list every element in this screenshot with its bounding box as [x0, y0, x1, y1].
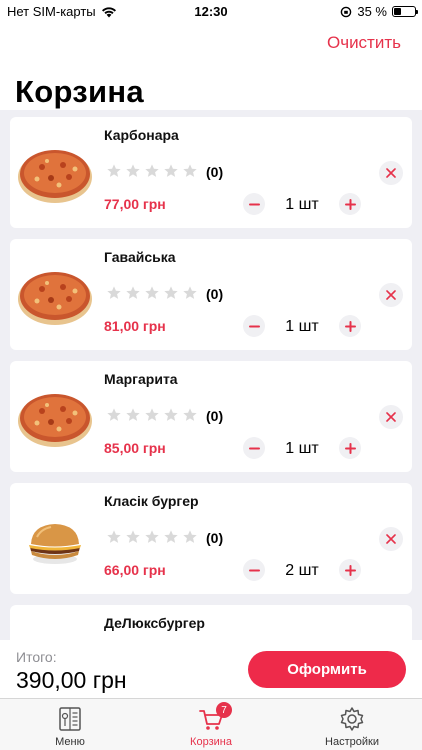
star-icon[interactable] — [106, 529, 122, 545]
star-icon[interactable] — [182, 529, 198, 545]
star-icon[interactable] — [125, 529, 141, 545]
star-icon[interactable] — [182, 163, 198, 179]
pizza-image — [18, 394, 92, 447]
rating-count: (0) — [206, 164, 224, 180]
page-title: Корзина — [15, 74, 144, 109]
tab-cart[interactable]: 7 Корзина — [141, 699, 281, 750]
remove-item-button[interactable] — [379, 405, 403, 429]
cart-item[interactable]: Класік бургер (0) 66,00 грн 2 шт — [10, 483, 412, 594]
remove-item-button[interactable] — [379, 161, 403, 185]
item-price: 81,00 грн — [104, 318, 166, 334]
battery-icon — [392, 6, 418, 17]
item-name: Гавайська — [104, 249, 176, 265]
item-quantity: 2 шт — [285, 562, 319, 579]
header: Очистить Корзина — [0, 22, 422, 110]
menu-book-icon — [59, 707, 81, 731]
star-icon[interactable] — [182, 407, 198, 423]
minus-icon — [248, 325, 260, 327]
rating-stars[interactable] — [106, 529, 198, 545]
decrease-quantity-button[interactable] — [243, 193, 265, 215]
star-icon[interactable] — [106, 285, 122, 301]
star-icon[interactable] — [163, 407, 179, 423]
close-icon — [386, 534, 396, 544]
tab-label: Настройки — [325, 736, 379, 748]
burger-image — [29, 524, 81, 564]
cart-item[interactable]: Карбонара (0) 77,00 грн 1 шт — [10, 117, 412, 228]
total-label: Итого: — [16, 649, 57, 665]
item-quantity: 1 шт — [285, 440, 319, 457]
star-icon[interactable] — [125, 407, 141, 423]
increase-quantity-button[interactable] — [339, 315, 361, 337]
decrease-quantity-button[interactable] — [243, 315, 265, 337]
remove-item-button[interactable] — [379, 283, 403, 307]
close-icon — [386, 412, 396, 422]
star-icon[interactable] — [182, 285, 198, 301]
pizza-image — [18, 272, 92, 325]
minus-icon — [248, 447, 260, 449]
increase-quantity-button[interactable] — [339, 559, 361, 581]
clear-cart-button[interactable]: Очистить — [327, 33, 401, 53]
increase-quantity-button[interactable] — [339, 437, 361, 459]
rating-stars[interactable] — [106, 285, 198, 301]
cart-item[interactable]: Гавайська (0) 81,00 грн 1 шт — [10, 239, 412, 350]
star-icon[interactable] — [163, 163, 179, 179]
item-price: 77,00 грн — [104, 196, 166, 212]
star-icon[interactable] — [144, 407, 160, 423]
cart-list[interactable]: Карбонара (0) 77,00 грн 1 шт Гавайська (… — [0, 110, 422, 640]
item-quantity: 1 шт — [285, 318, 319, 335]
cart-item[interactable]: Маргарита (0) 85,00 грн 1 шт — [10, 361, 412, 472]
cart-item[interactable]: ДеЛюксбургер — [10, 605, 412, 640]
close-icon — [386, 168, 396, 178]
minus-icon — [248, 569, 260, 571]
plus-icon — [344, 442, 356, 454]
remove-item-button[interactable] — [379, 527, 403, 551]
tab-label: Меню — [55, 736, 85, 748]
cart-summary: Итого: 390,00 грн Оформить — [0, 640, 422, 698]
star-icon[interactable] — [144, 163, 160, 179]
tab-bar: Меню 7 Корзина Настройки — [0, 698, 422, 750]
plus-icon — [344, 320, 356, 332]
star-icon[interactable] — [163, 285, 179, 301]
battery-percent: 35 % — [357, 4, 387, 19]
item-name: ДеЛюксбургер — [104, 615, 205, 631]
plus-icon — [344, 198, 356, 210]
tab-label: Корзина — [190, 736, 232, 748]
rating-stars[interactable] — [106, 163, 198, 179]
item-name: Маргарита — [104, 371, 178, 387]
rating-stars[interactable] — [106, 407, 198, 423]
item-name: Карбонара — [104, 127, 179, 143]
tab-menu[interactable]: Меню — [0, 699, 140, 750]
item-name: Класік бургер — [104, 493, 199, 509]
decrease-quantity-button[interactable] — [243, 559, 265, 581]
item-price: 66,00 грн — [104, 562, 166, 578]
plus-icon — [344, 564, 356, 576]
close-icon — [386, 290, 396, 300]
item-quantity: 1 шт — [285, 196, 319, 213]
star-icon[interactable] — [106, 163, 122, 179]
item-price: 85,00 грн — [104, 440, 166, 456]
cart-badge: 7 — [216, 702, 232, 718]
tab-settings[interactable]: Настройки — [282, 699, 422, 750]
star-icon[interactable] — [125, 163, 141, 179]
star-icon[interactable] — [144, 529, 160, 545]
star-icon[interactable] — [144, 285, 160, 301]
battery-level — [394, 8, 401, 15]
star-icon[interactable] — [106, 407, 122, 423]
star-icon[interactable] — [163, 529, 179, 545]
pizza-image — [18, 150, 92, 203]
orientation-lock-icon — [341, 6, 352, 17]
status-bar: Нет SIM-карты 12:30 35 % — [0, 0, 422, 22]
minus-icon — [248, 203, 260, 205]
rating-count: (0) — [206, 286, 224, 302]
rating-count: (0) — [206, 408, 224, 424]
decrease-quantity-button[interactable] — [243, 437, 265, 459]
rating-count: (0) — [206, 530, 224, 546]
increase-quantity-button[interactable] — [339, 193, 361, 215]
star-icon[interactable] — [125, 285, 141, 301]
total-value: 390,00 грн — [16, 667, 127, 693]
checkout-button[interactable]: Оформить — [248, 651, 406, 688]
gear-icon — [340, 707, 364, 731]
